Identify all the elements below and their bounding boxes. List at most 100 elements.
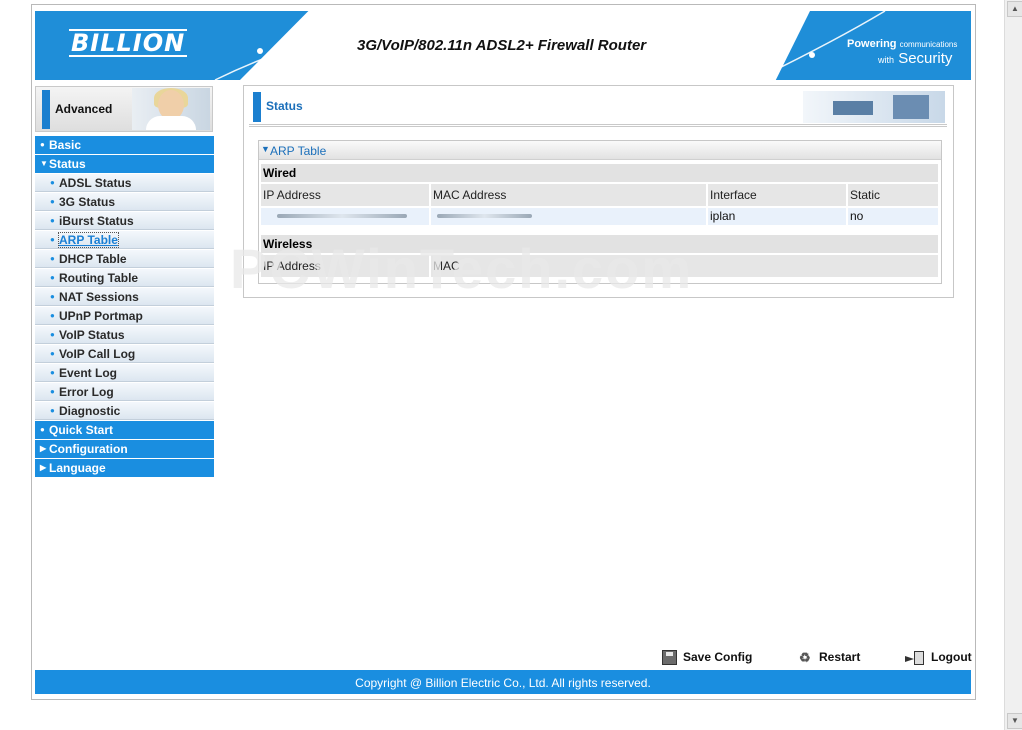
sidebar-item-label: Event Log [59, 366, 118, 380]
bullet-icon: ● [40, 425, 45, 434]
triangle-right-icon: ▶ [40, 444, 47, 453]
table-cell-interface: iplan [708, 208, 846, 225]
redacted-mac [437, 214, 532, 218]
table-cell-mac [431, 208, 706, 225]
arp-table-title: ARP Table [270, 144, 327, 158]
save-config-button[interactable]: Save Config [662, 649, 753, 666]
sidebar-section-configuration[interactable]: ▶ Configuration [35, 440, 214, 458]
bullet-icon: ● [50, 330, 55, 339]
footer-bar: Copyright @ Billion Electric Co., Ltd. A… [35, 670, 971, 694]
header-banner: BILLION 3G/VoIP/802.11n ADSL2+ Firewall … [35, 11, 971, 80]
column-header-static: Static [848, 184, 938, 206]
sidebar-item-label: Routing Table [59, 271, 139, 285]
sidebar-item-label: iBurst Status [59, 214, 134, 228]
tagline-with: with [878, 55, 895, 65]
table-cell-static: no [848, 208, 938, 225]
copyright-text: Copyright @ Billion Electric Co., Ltd. A… [355, 676, 651, 690]
wired-heading: Wired [261, 164, 938, 182]
tagline-line2: with Security [878, 50, 952, 67]
logout-label: Logout [931, 650, 972, 664]
sidebar-section-label: Status [49, 157, 86, 171]
triangle-down-icon: ▼ [261, 144, 270, 154]
bullet-icon: ● [40, 140, 45, 149]
mode-box: Advanced [35, 86, 213, 132]
sidebar-item-event-log[interactable]: ● Event Log [35, 364, 214, 382]
triangle-down-icon: ▼ [40, 159, 48, 168]
scroll-down-icon[interactable]: ▼ [1007, 713, 1022, 729]
photo-body [146, 116, 196, 130]
sidebar-section-label: Configuration [49, 442, 128, 456]
sidebar-item-label[interactable]: ARP Table [58, 232, 119, 248]
sidebar-item-iburst-status[interactable]: ● iBurst Status [35, 212, 214, 230]
bullet-icon: ● [50, 311, 55, 320]
sidebar-item-arp-table[interactable]: ● ARP Table [35, 231, 214, 249]
save-config-label: Save Config [683, 650, 753, 664]
restart-icon: ♻ [799, 649, 811, 665]
bullet-icon: ● [50, 197, 55, 206]
vertical-scrollbar[interactable]: ▲ ▼ [1004, 0, 1022, 730]
office-desk [833, 101, 873, 115]
status-header: Status [249, 90, 947, 127]
content-panel: Status ▼ ARP Table Wired IP Address MAC … [243, 85, 954, 298]
sidebar-section-basic[interactable]: ● Basic [35, 136, 214, 154]
mode-accent-bar [42, 90, 50, 129]
sidebar-item-nat-sessions[interactable]: ● NAT Sessions [35, 288, 214, 306]
sidebar-item-label: VoIP Status [59, 328, 125, 342]
sidebar-item-diagnostic[interactable]: ● Diagnostic [35, 402, 214, 420]
logout-door-icon [905, 650, 925, 665]
sidebar-section-quick-start[interactable]: ● Quick Start [35, 421, 214, 439]
table-cell-ip [261, 208, 429, 225]
sidebar-nav: ● Basic ▼ Status ● ADSL Status ● 3G Status ●… [35, 136, 214, 478]
column-header-interface: Interface [708, 184, 846, 206]
office-monitor [893, 95, 929, 119]
bullet-icon: ● [50, 368, 55, 377]
triangle-right-icon: ▶ [40, 463, 47, 472]
tagline-communications: communications [899, 40, 958, 49]
sidebar-item-label: NAT Sessions [59, 290, 139, 304]
product-title: 3G/VoIP/802.11n ADSL2+ Firewall Router [357, 37, 647, 54]
column-header-ip: IP Address [261, 184, 429, 206]
status-accent-bar [253, 92, 261, 122]
bullet-icon: ● [50, 273, 55, 282]
bullet-icon: ● [50, 178, 55, 187]
sidebar-item-3g-status[interactable]: ● 3G Status [35, 193, 214, 211]
restart-label: Restart [819, 650, 861, 664]
sidebar-item-upnp-portmap[interactable]: ● UPnP Portmap [35, 307, 214, 325]
mode-label: Advanced [55, 102, 113, 116]
sidebar-item-voip-status[interactable]: ● VoIP Status [35, 326, 214, 344]
logout-button[interactable]: Logout [905, 649, 972, 665]
sidebar-section-label: Basic [49, 138, 82, 152]
sidebar-section-language[interactable]: ▶ Language [35, 459, 214, 477]
sidebar-item-dhcp-table[interactable]: ● DHCP Table [35, 250, 214, 268]
bullet-icon: ● [50, 216, 55, 225]
sidebar-item-error-log[interactable]: ● Error Log [35, 383, 214, 401]
sidebar-section-label: Quick Start [49, 423, 114, 437]
sidebar-item-adsl-status[interactable]: ● ADSL Status [35, 174, 214, 192]
tagline-security: Security [898, 50, 953, 67]
sidebar-section-status[interactable]: ▼ Status [35, 155, 214, 173]
sidebar-item-label: Diagnostic [59, 404, 121, 418]
mode-photo [132, 88, 210, 130]
column-header-mac: MAC [431, 255, 938, 277]
sidebar-item-label: DHCP Table [59, 252, 127, 266]
wireless-heading: Wireless [261, 235, 938, 253]
bullet-icon: ● [50, 406, 55, 415]
column-header-ip: IP Address [261, 255, 429, 277]
tagline-powering: Powering [847, 38, 897, 50]
bullet-icon: ● [50, 349, 55, 358]
bullet-icon: ● [50, 292, 55, 301]
restart-button[interactable]: ♻ Restart [799, 649, 860, 665]
arp-table-header[interactable]: ▼ ARP Table [259, 141, 941, 160]
scroll-up-icon[interactable]: ▲ [1007, 1, 1022, 17]
sidebar-item-label: UPnP Portmap [59, 309, 143, 323]
bullet-icon: ● [50, 387, 55, 396]
sidebar-item-label: Error Log [59, 385, 114, 399]
arp-table-box: ▼ ARP Table Wired IP Address MAC Address… [258, 140, 942, 284]
sidebar-item-voip-call-log[interactable]: ● VoIP Call Log [35, 345, 214, 363]
sidebar-item-label: VoIP Call Log [59, 347, 136, 361]
sidebar-section-label: Language [49, 461, 106, 475]
sidebar-item-label: 3G Status [59, 195, 116, 209]
sidebar-item-routing-table[interactable]: ● Routing Table [35, 269, 214, 287]
sidebar-item-label: ADSL Status [59, 176, 132, 190]
billion-logo: BILLION [69, 29, 188, 57]
